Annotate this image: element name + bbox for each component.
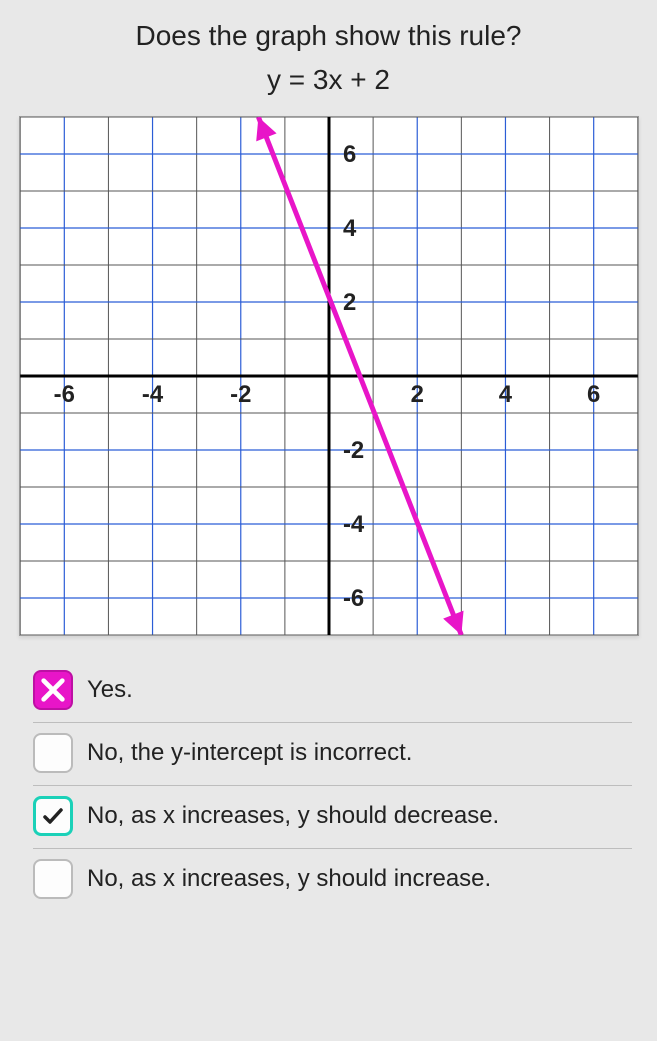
x-mark-icon — [33, 670, 73, 710]
svg-text:2: 2 — [342, 289, 355, 316]
svg-text:-4: -4 — [342, 511, 364, 538]
empty-checkbox-icon — [33, 733, 73, 773]
question-title: Does the graph show this rule? — [15, 20, 642, 52]
option-decrease[interactable]: No, as x increases, y should decrease. — [33, 786, 632, 849]
equation-text: y = 3x + 2 — [15, 64, 642, 96]
svg-text:-2: -2 — [230, 381, 251, 408]
option-yes[interactable]: Yes. — [33, 660, 632, 723]
coordinate-plane: -6 -4 -2 2 4 6 -6 -4 -2 2 4 6 — [20, 117, 638, 635]
svg-text:6: 6 — [342, 141, 355, 168]
svg-text:-4: -4 — [141, 381, 163, 408]
svg-text:4: 4 — [498, 381, 512, 408]
svg-text:4: 4 — [342, 215, 356, 242]
graph-plot: -6 -4 -2 2 4 6 -6 -4 -2 2 4 6 — [19, 116, 639, 636]
option-label: No, the y-intercept is incorrect. — [87, 739, 412, 767]
option-label: No, as x increases, y should increase. — [87, 865, 491, 893]
svg-text:-6: -6 — [53, 381, 74, 408]
option-label: Yes. — [87, 676, 133, 704]
svg-text:6: 6 — [587, 381, 600, 408]
option-label: No, as x increases, y should decrease. — [87, 802, 499, 830]
svg-text:-2: -2 — [342, 437, 363, 464]
svg-text:2: 2 — [410, 381, 423, 408]
svg-text:-6: -6 — [342, 585, 363, 612]
option-increase[interactable]: No, as x increases, y should increase. — [33, 849, 632, 911]
answer-options: Yes. No, the y-intercept is incorrect. N… — [15, 654, 642, 911]
empty-checkbox-icon — [33, 859, 73, 899]
option-yintercept[interactable]: No, the y-intercept is incorrect. — [33, 723, 632, 786]
checkmark-icon — [33, 796, 73, 836]
